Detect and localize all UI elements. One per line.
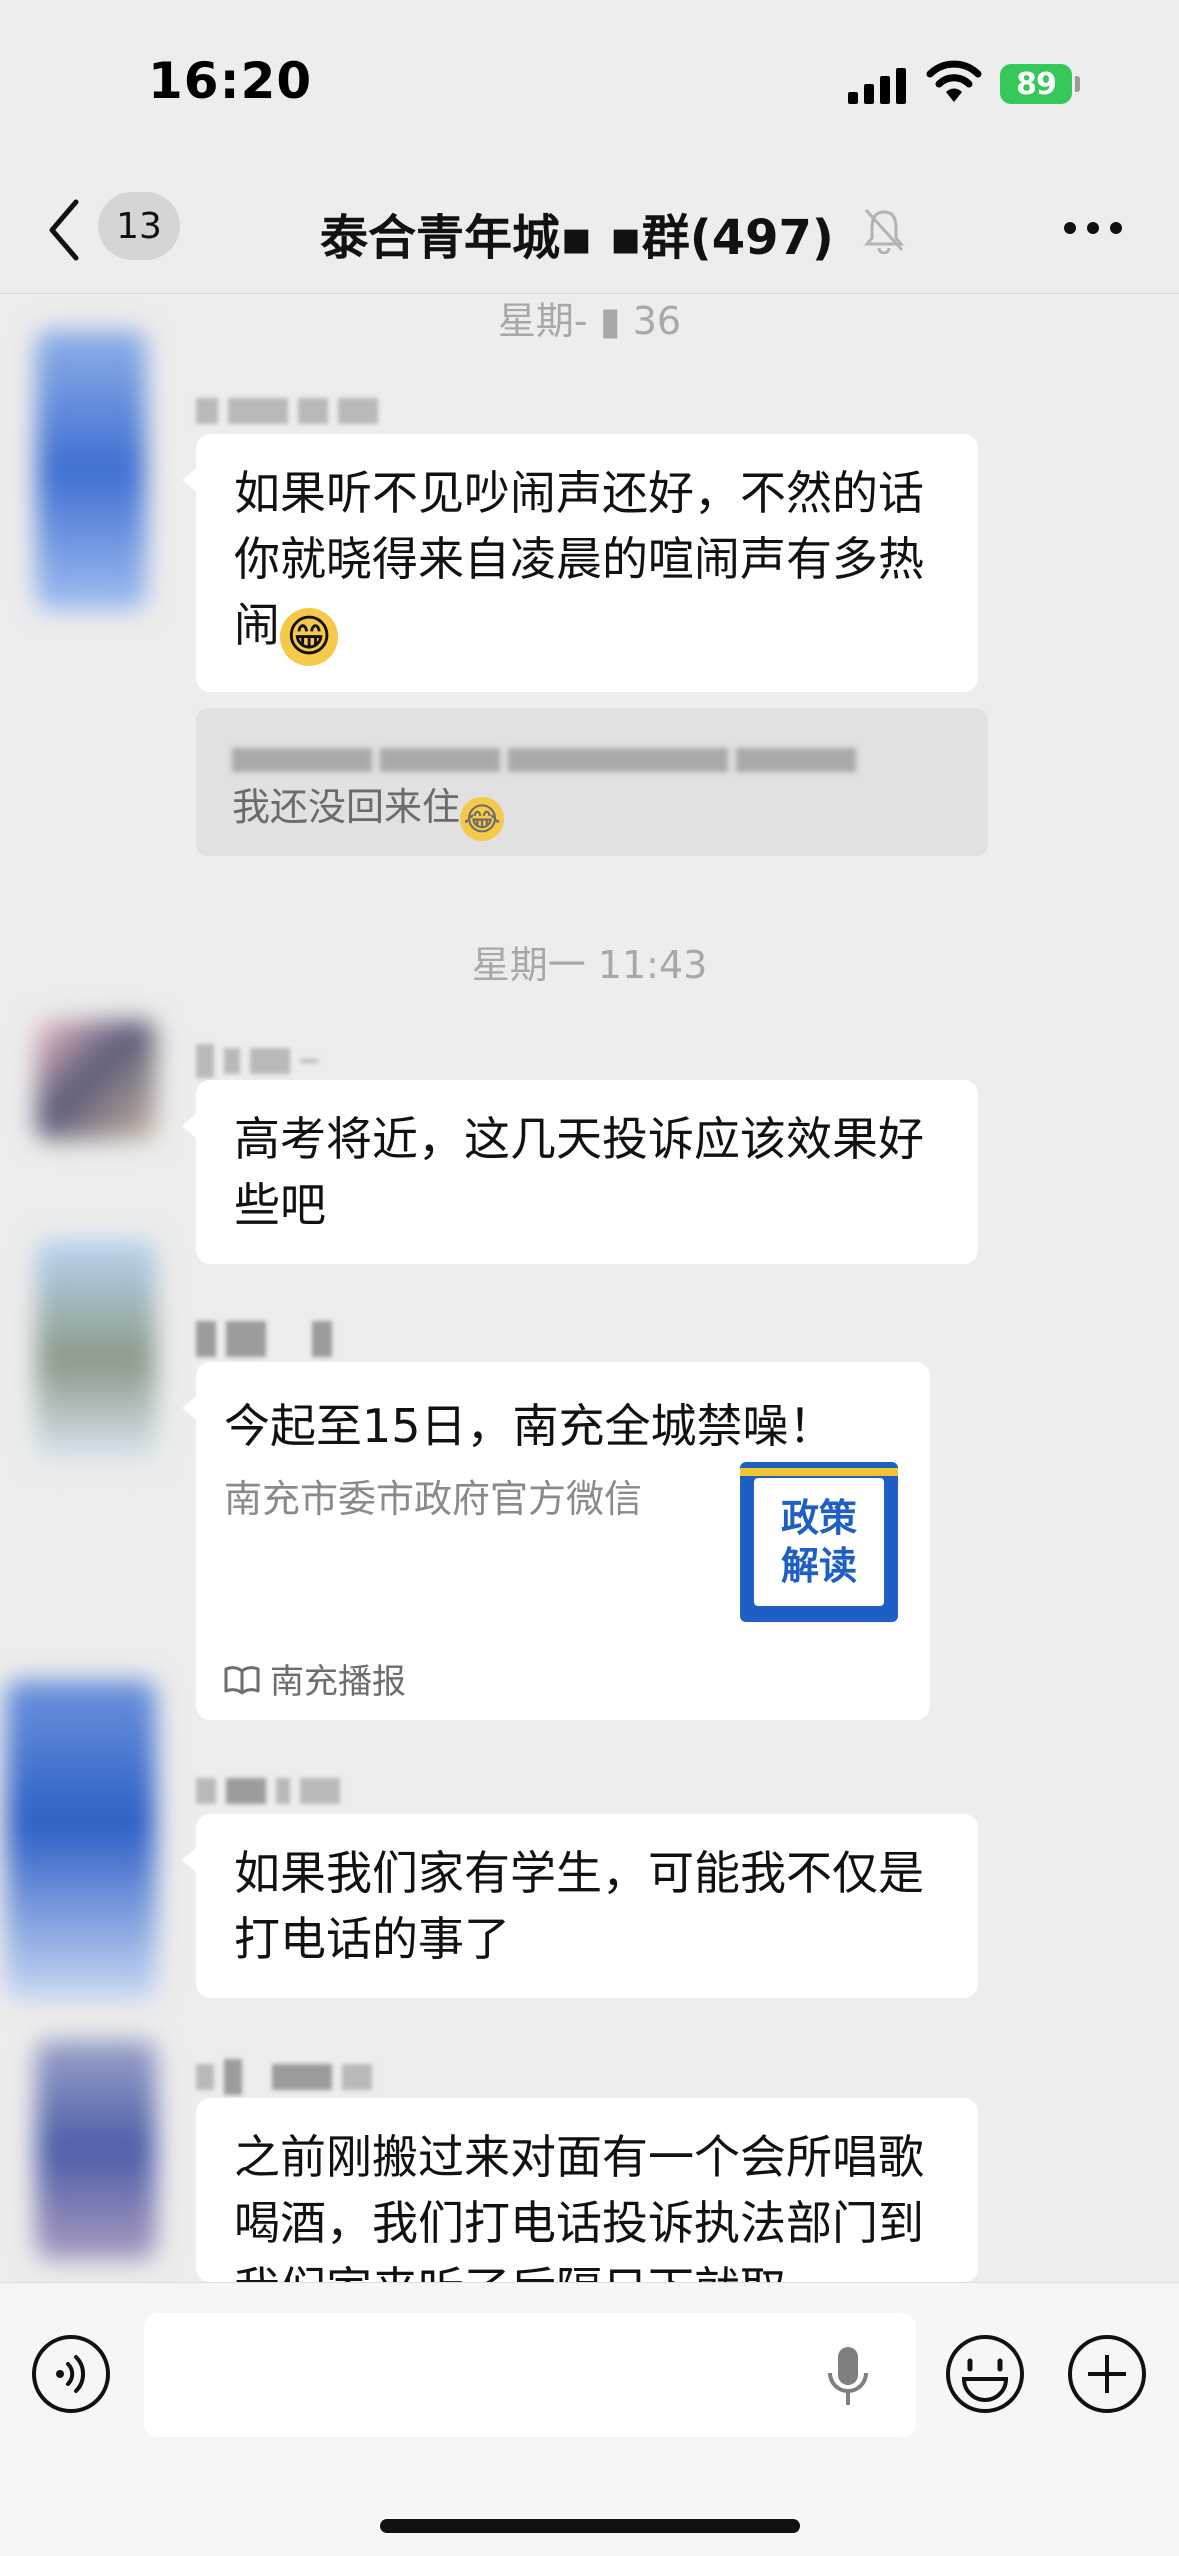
status-time: 16:20 (148, 52, 313, 110)
chat-nav-bar: 13 泰合青年城▪ ▪群(497) (0, 170, 1179, 294)
card-description: 南充市委市政府官方微信 (224, 1477, 643, 1521)
card-source: 南充播报 (224, 1654, 406, 1703)
avatar[interactable] (36, 2040, 156, 2260)
emoji-icon[interactable] (944, 2333, 1026, 2415)
thumb-label: 政策 解读 (754, 1478, 884, 1606)
message-text: 之前刚搬过来对面有一个会所唱歌喝酒，我们打电话投诉执法部门到我们家来听了后隔日下… (234, 2130, 924, 2282)
sender-name-redacted (196, 2059, 456, 2095)
message-bubble[interactable]: 高考将近，这几天投诉应该效果好些吧 (182, 1080, 978, 1264)
card-thumbnail: 政策 解读 (740, 1462, 898, 1622)
card-title: 今起至15日，南充全城禁噪！ (224, 1399, 835, 1453)
voice-icon[interactable] (30, 2333, 112, 2415)
quote-line-1 (232, 732, 952, 782)
avatar[interactable] (6, 1680, 156, 2000)
quote-text: 我还没回来住 (232, 785, 461, 829)
plus-icon[interactable] (1066, 2333, 1148, 2415)
time-separator: 星期一 11:43 (471, 943, 708, 987)
card-source-name: 南充播报 (270, 1662, 406, 1702)
article-link-card[interactable]: 今起至15日，南充全城禁噪！ 南充市委市政府官方微信 政策 解读 南充播报 (182, 1362, 930, 1720)
sender-name-redacted (196, 1321, 456, 1357)
laugh-cry-emoji-icon: 😂 (460, 797, 505, 841)
avatar[interactable] (36, 1240, 156, 1460)
avatar[interactable] (36, 1020, 156, 1140)
message-bubble[interactable]: 如果我们家有学生，可能我不仅是打电话的事了 (182, 1814, 978, 1998)
chat-title[interactable]: 泰合青年城▪ ▪群(497) (320, 198, 834, 268)
home-indicator (380, 2519, 800, 2533)
unread-count-badge[interactable]: 13 (98, 192, 180, 260)
mute-bell-icon (863, 208, 905, 254)
time-separator: 星期- ▮ 36 (497, 299, 682, 343)
quoted-reply[interactable]: 我还没回来住 😂 (196, 708, 988, 856)
status-bar: 16:20 89 (0, 0, 1179, 170)
chat-input-bar (0, 2282, 1179, 2556)
battery-indicator: 89 (1000, 64, 1072, 104)
signal-icon (848, 68, 906, 104)
avatar[interactable] (36, 330, 146, 610)
battery-cap (1075, 76, 1080, 92)
book-icon (224, 1665, 260, 1694)
sender-name-redacted (196, 1774, 456, 1808)
message-text: 如果听不见吵闹声还好，不然的话你就晓得来自凌晨的喧闹声有多热闹 (234, 466, 924, 652)
battery-level: 89 (1016, 66, 1057, 102)
mic-icon[interactable] (826, 2345, 870, 2411)
more-dots-icon[interactable] (1062, 220, 1124, 236)
message-text: 高考将近，这几天投诉应该效果好些吧 (234, 1112, 924, 1232)
grin-emoji-icon: 😁 (280, 608, 338, 666)
message-bubble[interactable]: 如果听不见吵闹声还好，不然的话你就晓得来自凌晨的喧闹声有多热闹 😁 (182, 434, 978, 692)
message-bubble[interactable]: 之前刚搬过来对面有一个会所唱歌喝酒，我们打电话投诉执法部门到我们家来听了后隔日下… (196, 2098, 978, 2282)
thumb-accent-bar (740, 1468, 898, 1476)
thumb-line-1: 政策 (780, 1496, 857, 1540)
sender-name-redacted (196, 1044, 456, 1078)
message-input[interactable] (144, 2313, 916, 2437)
wifi-icon (926, 60, 982, 102)
sender-name-redacted (196, 394, 456, 428)
thumb-line-2: 解读 (780, 1544, 857, 1588)
quote-line-2: 我还没回来住 😂 (232, 782, 952, 841)
back-chevron-icon[interactable] (44, 198, 84, 262)
message-text: 如果我们家有学生，可能我不仅是打电话的事了 (234, 1846, 924, 1966)
